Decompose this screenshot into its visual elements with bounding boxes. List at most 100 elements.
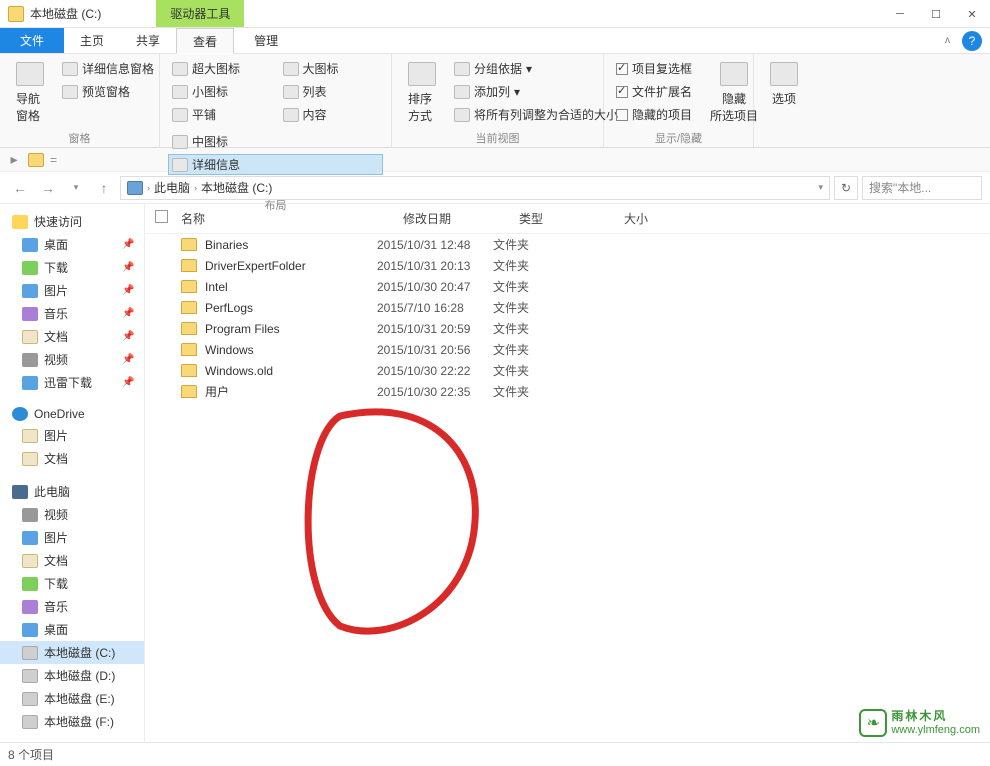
tab-manage[interactable]: 管理 (238, 28, 294, 53)
folder-icon (181, 259, 197, 272)
sidebar-item[interactable]: 视频📌 (0, 348, 144, 371)
sidebar-item[interactable]: 本地磁盘 (E:) (0, 687, 144, 710)
help-button[interactable]: ? (962, 31, 982, 51)
checkbox-icon (616, 63, 628, 75)
sidebar-item[interactable]: 图片 (0, 424, 144, 447)
sidebar-onedrive[interactable]: OneDrive (0, 404, 144, 424)
file-extensions-toggle[interactable]: 文件扩展名 (612, 81, 696, 102)
refresh-button[interactable]: ↻ (834, 176, 858, 200)
details-icon (172, 158, 188, 172)
overflow-icon[interactable]: = (50, 153, 57, 167)
table-row[interactable]: Windows.old 2015/10/30 22:22 文件夹 (145, 360, 990, 381)
view-large-icons[interactable]: 大图标 (279, 58, 384, 79)
preview-pane-button[interactable]: 预览窗格 (58, 81, 158, 102)
sidebar-item[interactable]: 本地磁盘 (D:) (0, 664, 144, 687)
breadcrumb-drive[interactable]: 本地磁盘 (C:) (201, 179, 272, 196)
fit-columns-icon (454, 108, 470, 122)
table-row[interactable]: 用户 2015/10/30 22:35 文件夹 (145, 381, 990, 402)
sidebar-item[interactable]: 音乐📌 (0, 302, 144, 325)
checkbox-icon (616, 109, 628, 121)
navigation-pane-button[interactable]: 导航窗格 (8, 58, 52, 128)
folder-icon (22, 284, 38, 298)
up-button[interactable]: ↑ (92, 176, 116, 200)
column-date[interactable]: 修改日期 (403, 210, 519, 227)
tab-view[interactable]: 查看 (176, 28, 234, 54)
table-row[interactable]: Intel 2015/10/30 20:47 文件夹 (145, 276, 990, 297)
sidebar-item[interactable]: 图片📌 (0, 279, 144, 302)
address-bar: ← → ▾ ↑ › 此电脑 › 本地磁盘 (C:) ▾ ↻ 搜索"本地... (0, 172, 990, 204)
item-count: 8 个项目 (8, 746, 54, 763)
expand-tree-button[interactable]: ▸ (6, 148, 22, 172)
pc-icon (127, 181, 143, 195)
file-list[interactable]: 名称 修改日期 类型 大小 Binaries 2015/10/31 12:48 … (145, 204, 990, 742)
view-list[interactable]: 列表 (279, 81, 384, 102)
breadcrumb-thispc[interactable]: 此电脑 (154, 179, 190, 196)
search-input[interactable]: 搜索"本地... (862, 176, 982, 200)
history-dropdown[interactable]: ▾ (64, 176, 88, 200)
item-checkboxes-toggle[interactable]: 项目复选框 (612, 58, 696, 79)
group-by-icon (454, 62, 470, 76)
fit-columns-button[interactable]: 将所有列调整为合适的大小 (450, 104, 622, 125)
column-size[interactable]: 大小 (624, 210, 704, 227)
sidebar-item[interactable]: 文档 (0, 549, 144, 572)
sort-button[interactable]: 排序方式 (400, 58, 444, 128)
folder-icon (181, 238, 197, 251)
hidden-items-toggle[interactable]: 隐藏的项目 (612, 104, 696, 125)
table-row[interactable]: PerfLogs 2015/7/10 16:28 文件夹 (145, 297, 990, 318)
sidebar-item[interactable]: 图片 (0, 526, 144, 549)
table-row[interactable]: Windows 2015/10/31 20:56 文件夹 (145, 339, 990, 360)
tab-file[interactable]: 文件 (0, 28, 64, 53)
column-name[interactable]: 名称 (181, 210, 403, 227)
chevron-up-icon[interactable]: ᴧ (945, 35, 950, 46)
view-tiles[interactable]: 平铺 (168, 104, 273, 125)
sidebar-item[interactable]: 桌面📌 (0, 233, 144, 256)
sidebar-item[interactable]: 视频 (0, 503, 144, 526)
breadcrumb[interactable]: › 此电脑 › 本地磁盘 (C:) ▾ (120, 176, 830, 200)
view-content[interactable]: 内容 (279, 104, 384, 125)
sidebar-item[interactable]: 下载 (0, 572, 144, 595)
details-pane-button[interactable]: 详细信息窗格 (58, 58, 158, 79)
table-row[interactable]: DriverExpertFolder 2015/10/31 20:13 文件夹 (145, 255, 990, 276)
sidebar-item[interactable]: 本地磁盘 (C:) (0, 641, 144, 664)
tab-share[interactable]: 共享 (120, 28, 176, 53)
sidebar-quick-access[interactable]: 快速访问 (0, 210, 144, 233)
view-details[interactable]: 详细信息 (168, 154, 383, 175)
checkbox-icon (616, 86, 628, 98)
sidebar-item[interactable]: 音乐 (0, 595, 144, 618)
chevron-down-icon[interactable]: ▾ (818, 182, 823, 193)
maximize-button[interactable]: ☐ (918, 0, 954, 28)
sidebar-item[interactable]: 迅雷下载📌 (0, 371, 144, 394)
minimize-button[interactable]: ─ (882, 0, 918, 28)
add-columns-button[interactable]: 添加列 ▾ (450, 81, 622, 102)
sidebar-item[interactable]: 文档📌 (0, 325, 144, 348)
sidebar-item[interactable]: 下载📌 (0, 256, 144, 279)
view-xlarge-icons[interactable]: 超大图标 (168, 58, 273, 79)
drive-icon (8, 6, 24, 22)
sidebar-item[interactable]: 本地磁盘 (F:) (0, 710, 144, 733)
folder-icon (22, 508, 38, 522)
table-row[interactable]: Program Files 2015/10/31 20:59 文件夹 (145, 318, 990, 339)
options-button[interactable]: 选项 (762, 58, 806, 129)
annotation-circle (310, 411, 490, 641)
close-button[interactable]: ✕ (954, 0, 990, 28)
group-showhide-label: 显示/隐藏 (612, 128, 745, 148)
table-row[interactable]: Binaries 2015/10/31 12:48 文件夹 (145, 234, 990, 255)
view-small-icons[interactable]: 小图标 (168, 81, 273, 102)
forward-button[interactable]: → (36, 176, 60, 200)
back-button[interactable]: ← (8, 176, 32, 200)
folder-icon (22, 692, 38, 706)
sidebar-this-pc[interactable]: 此电脑 (0, 480, 144, 503)
tab-home[interactable]: 主页 (64, 28, 120, 53)
view-medium-icons[interactable]: 中图标 (168, 131, 383, 152)
column-type[interactable]: 类型 (519, 210, 624, 227)
navigation-sidebar[interactable]: 快速访问 桌面📌下载📌图片📌音乐📌文档📌视频📌迅雷下载📌 OneDrive 图片… (0, 204, 145, 742)
content-icon (283, 108, 299, 122)
select-all-checkbox[interactable] (155, 210, 168, 223)
folder-icon (22, 531, 38, 545)
sidebar-item[interactable]: 桌面 (0, 618, 144, 641)
sidebar-item[interactable]: 文档 (0, 447, 144, 470)
drive-tools-tab[interactable]: 驱动器工具 (156, 0, 244, 27)
ribbon-body: 导航窗格 详细信息窗格 预览窗格 窗格 超大图标 小图标 平铺 大图标 列表 内… (0, 54, 990, 148)
group-by-button[interactable]: 分组依据 ▾ (450, 58, 622, 79)
folder-icon (22, 669, 38, 683)
